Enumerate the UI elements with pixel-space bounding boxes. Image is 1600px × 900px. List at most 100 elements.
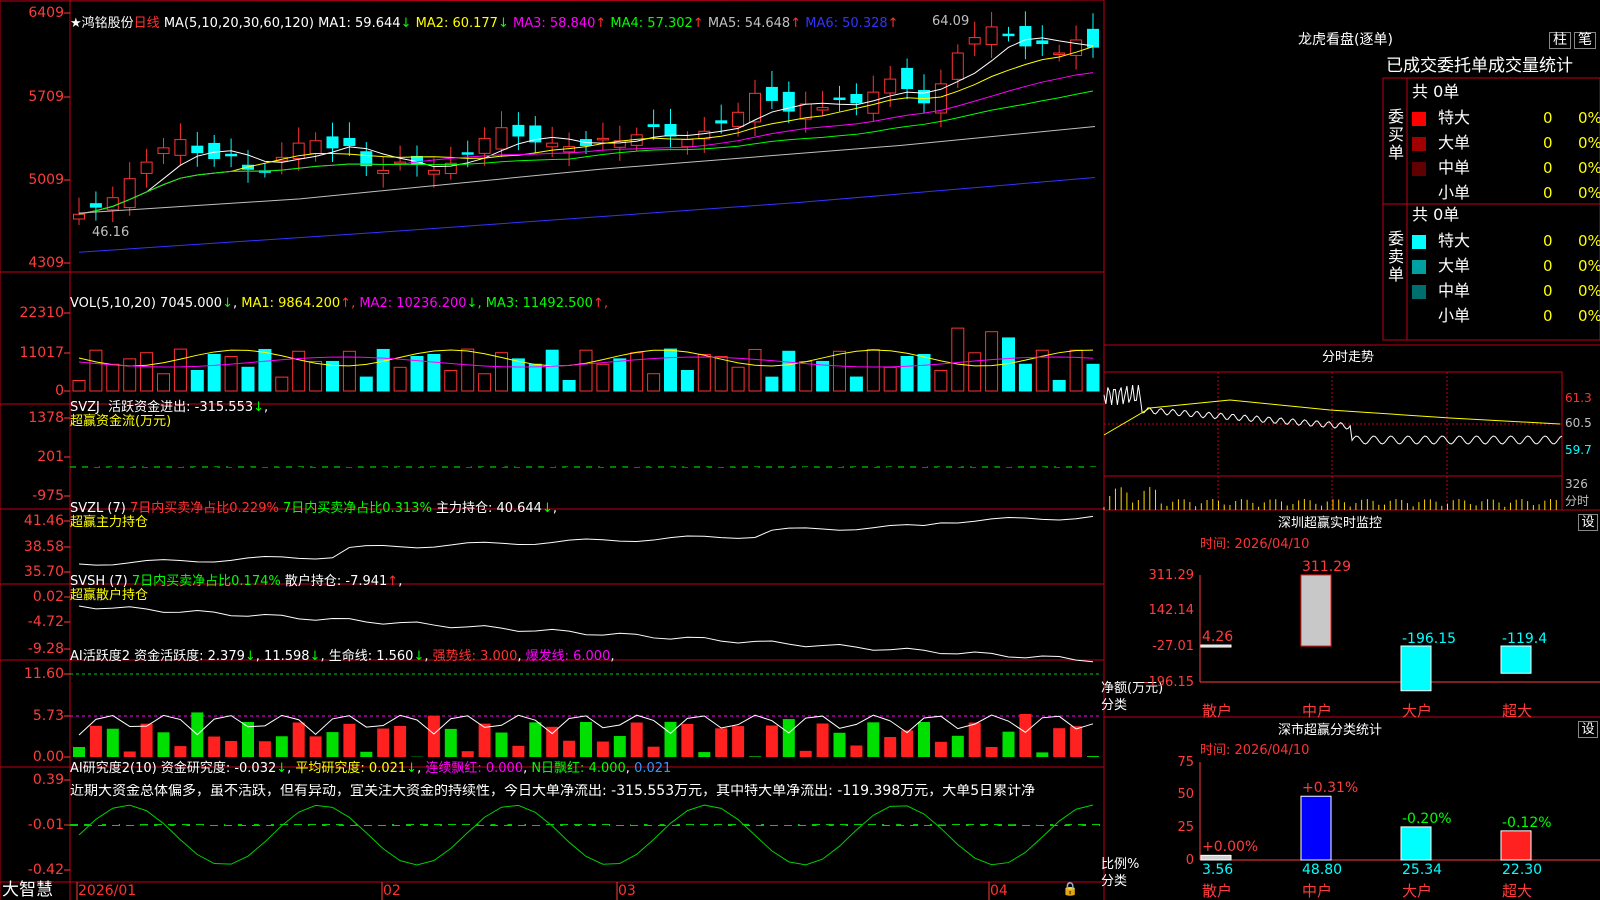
activity-bar — [343, 723, 356, 757]
monitor-settings-button[interactable]: 设 — [1578, 514, 1598, 531]
candle-body — [123, 178, 136, 209]
research-bar — [951, 825, 964, 832]
axis-label-ai2: 0.39 — [32, 772, 64, 788]
volume-bar — [630, 352, 644, 392]
candle-body — [681, 139, 694, 148]
svsh-subtitle: 超赢散户持仓 — [70, 588, 149, 603]
intraday-volume: 326 — [1565, 477, 1588, 491]
flow-bar — [870, 453, 877, 467]
axis-label-svzl: 35.70 — [23, 564, 64, 580]
research-bar — [884, 818, 897, 825]
research-bar — [681, 825, 694, 831]
research-bar — [140, 825, 153, 826]
lock-icon[interactable]: 🔒 — [1062, 882, 1078, 897]
flow-bar — [245, 467, 251, 479]
research-bar — [749, 819, 761, 825]
svzj-arrow: ↓ — [253, 400, 265, 415]
candle-body — [715, 120, 728, 124]
ai1-e: 爆发线: 6.000 — [525, 649, 611, 664]
flow-bar — [481, 467, 488, 481]
activity-bar — [546, 726, 559, 757]
research-bar — [360, 816, 373, 825]
stats-change-label: -0.12% — [1502, 814, 1552, 831]
stats-y-label: 0 — [1185, 853, 1194, 868]
volume-bar — [799, 361, 813, 392]
candle-body — [427, 169, 440, 175]
activity-bar — [157, 732, 170, 757]
flow-bar — [616, 467, 623, 481]
lhb-row-value: 0 — [1543, 109, 1553, 127]
stats-change-label: +0.31% — [1302, 780, 1359, 797]
research-bar — [1070, 825, 1083, 826]
activity-bar — [833, 732, 846, 757]
candle-body — [1053, 52, 1066, 56]
tick-mode-button[interactable]: 笔 — [1574, 32, 1596, 49]
monitor-y-label: 142.14 — [1148, 603, 1195, 618]
ai1-c: 生命线: 1.560 — [328, 649, 414, 664]
vol-title: VOL(5,10,20) — [70, 296, 156, 311]
period-label[interactable]: 日线 — [134, 16, 160, 31]
intraday-label: 分时 — [1565, 494, 1590, 508]
volume-bar — [106, 363, 120, 392]
candle-body — [765, 86, 778, 101]
lhb-row-pct: 0% — [1578, 257, 1600, 275]
volume-bar — [714, 356, 728, 392]
activity-bar — [884, 737, 897, 757]
svzj-value: 活跃资金进出: -315.553 — [108, 400, 254, 415]
ma-arrow: ↑ — [595, 16, 611, 31]
volume-bar — [528, 363, 542, 392]
volume-bar — [275, 376, 289, 392]
svsh-c: 散户持仓: -7.941 — [284, 574, 388, 589]
volume-bar — [393, 366, 407, 392]
candle-body — [833, 97, 846, 101]
candle-body — [360, 151, 373, 167]
research-bar — [613, 820, 626, 825]
ma-value-3: MA3: 58.840 — [512, 16, 596, 31]
flow-bar — [1090, 467, 1096, 471]
activity-bar — [968, 722, 981, 757]
volume-bar — [985, 331, 999, 392]
volume-bar — [258, 348, 272, 392]
axis-label-price: 4309 — [28, 255, 64, 271]
axis-label-ai1: 5.73 — [32, 708, 64, 724]
activity-bar — [258, 741, 271, 757]
volume-bar — [562, 379, 576, 392]
lhb-row-name: 小单 — [1438, 183, 1471, 202]
candle-body — [343, 137, 356, 146]
volume-bar — [849, 376, 863, 392]
buy-side-label: 委买单 — [1388, 107, 1405, 162]
monitor-bar — [1400, 645, 1432, 692]
axis-label-svzl: 41.46 — [23, 513, 64, 529]
bar-mode-button[interactable]: 柱 — [1549, 32, 1571, 49]
volume-bar — [1069, 349, 1083, 392]
research-bar — [394, 820, 407, 825]
monitor-time: 时间: 2026/04/10 — [1200, 537, 1310, 552]
volume-bar — [478, 373, 492, 392]
candle-body — [495, 127, 508, 150]
lhb-row-value: 0 — [1543, 257, 1553, 275]
star-icon: ★ — [70, 16, 82, 31]
volume-bar — [140, 352, 154, 392]
svsh-title: SVSH (7) — [70, 574, 128, 589]
activity-bar — [275, 736, 288, 757]
ma-value-1: MA1: 59.644 — [318, 16, 401, 31]
activity-bar — [613, 736, 626, 757]
svzj-subtitle: 超赢资金流(万元) — [70, 414, 172, 429]
monitor-bar-label: -196.15 — [1402, 631, 1457, 647]
activity-bar — [444, 728, 457, 757]
vol-ma-value-1: MA1: 9864.200 — [241, 296, 341, 311]
stats-settings-button[interactable]: 设 — [1578, 721, 1598, 738]
ai2-header: AI研究度2(10) 资金研究度: -0.032↓, 平均研究度: 0.021↓… — [70, 761, 672, 776]
activity-bar — [1053, 728, 1066, 757]
ai1-b: 11.598 — [264, 649, 310, 664]
volume-bar — [1018, 363, 1032, 392]
activity-bar — [394, 725, 407, 757]
volume-bar — [1052, 379, 1066, 392]
monitor-xlabel: 分类 — [1101, 698, 1128, 713]
activity-bar — [73, 747, 85, 757]
lhb-row-value: 0 — [1543, 134, 1553, 152]
intraday-box — [1103, 371, 1563, 511]
candle-body — [157, 147, 170, 155]
legend-swatch — [1412, 235, 1426, 249]
research-bar — [715, 825, 728, 834]
